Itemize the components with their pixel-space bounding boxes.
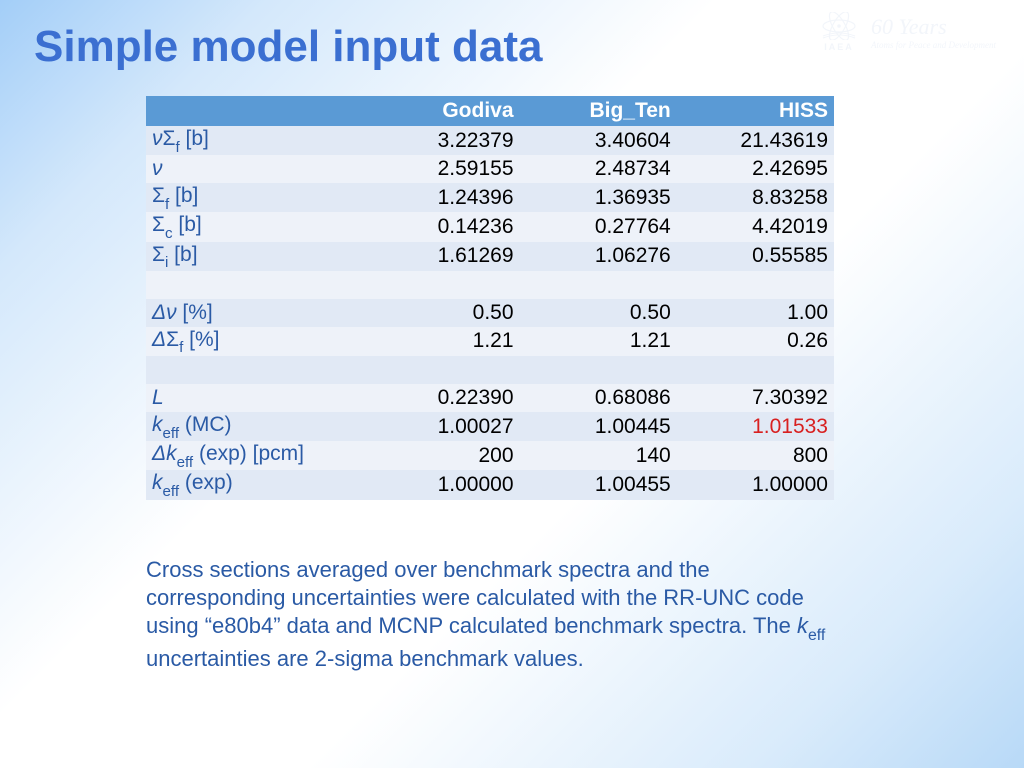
row-value: 0.50 [362, 299, 519, 327]
row-value: 1.21 [362, 327, 519, 356]
header-blank [146, 96, 362, 126]
table-row: Σf [b]1.243961.369358.83258 [146, 183, 834, 212]
row-value: 1.00000 [362, 470, 519, 499]
caption-text: Cross sections averaged over benchmark s… [146, 556, 846, 673]
row-value: 1.06276 [520, 242, 677, 271]
row-value: 2.42695 [677, 155, 834, 183]
row-label: Δkeff (exp) [pcm] [146, 441, 362, 470]
table-row: ν2.591552.487342.42695 [146, 155, 834, 183]
row-value: 7.30392 [677, 384, 834, 412]
header-big-ten: Big_Ten [520, 96, 677, 126]
logo-text-group: 60 Years Atoms for Peace and Development [871, 14, 996, 50]
row-value: 8.83258 [677, 183, 834, 212]
row-label: Σi [b] [146, 242, 362, 271]
table-row: Δkeff (exp) [pcm]200140800 [146, 441, 834, 470]
row-value: 0.68086 [520, 384, 677, 412]
row-label: ν [146, 155, 362, 183]
row-value: 0.55585 [677, 242, 834, 271]
row-label: Δν [%] [146, 299, 362, 327]
row-value: 1.00027 [362, 412, 519, 441]
table-row [146, 271, 834, 299]
row-value: 3.22379 [362, 126, 519, 155]
page-title: Simple model input data [34, 22, 543, 72]
row-value [362, 271, 519, 299]
row-value: 1.00 [677, 299, 834, 327]
row-label: Σf [b] [146, 183, 362, 212]
table-row: νΣf [b]3.223793.4060421.43619 [146, 126, 834, 155]
table-row [146, 356, 834, 384]
row-value: 1.01533 [677, 412, 834, 441]
table-row: keff (exp)1.000001.004551.00000 [146, 470, 834, 499]
iaea-logo-icon: IAEA [817, 10, 861, 54]
row-value [677, 271, 834, 299]
logo-block: IAEA 60 Years Atoms for Peace and Develo… [817, 10, 996, 54]
table-row: Σi [b]1.612691.062760.55585 [146, 242, 834, 271]
row-value: 1.21 [520, 327, 677, 356]
header-godiva: Godiva [362, 96, 519, 126]
row-value: 0.50 [520, 299, 677, 327]
row-value: 2.48734 [520, 155, 677, 183]
row-value: 800 [677, 441, 834, 470]
row-label: L [146, 384, 362, 412]
row-label: keff (MC) [146, 412, 362, 441]
row-label [146, 356, 362, 384]
row-value: 0.22390 [362, 384, 519, 412]
table-row: Δν [%]0.500.501.00 [146, 299, 834, 327]
row-label: keff (exp) [146, 470, 362, 499]
row-value: 1.61269 [362, 242, 519, 271]
row-value: 1.00445 [520, 412, 677, 441]
data-table: Godiva Big_Ten HISS νΣf [b]3.223793.4060… [146, 96, 834, 500]
row-value: 3.40604 [520, 126, 677, 155]
row-value: 1.24396 [362, 183, 519, 212]
row-value [520, 356, 677, 384]
row-value [677, 356, 834, 384]
logo-years: 60 Years [871, 14, 996, 40]
row-value: 200 [362, 441, 519, 470]
row-label [146, 271, 362, 299]
row-label: Σc [b] [146, 212, 362, 241]
row-value: 0.14236 [362, 212, 519, 241]
row-value: 4.42019 [677, 212, 834, 241]
row-value: 1.00455 [520, 470, 677, 499]
row-label: νΣf [b] [146, 126, 362, 155]
logo-tagline: Atoms for Peace and Development [871, 40, 996, 50]
row-value: 1.00000 [677, 470, 834, 499]
row-value: 0.26 [677, 327, 834, 356]
row-value: 21.43619 [677, 126, 834, 155]
row-value [362, 356, 519, 384]
header-hiss: HISS [677, 96, 834, 126]
row-value: 1.36935 [520, 183, 677, 212]
iaea-text: IAEA [824, 42, 854, 52]
row-value: 140 [520, 441, 677, 470]
row-label: ΔΣf [%] [146, 327, 362, 356]
table-row: Σc [b]0.142360.277644.42019 [146, 212, 834, 241]
table-row: L0.223900.680867.30392 [146, 384, 834, 412]
row-value: 0.27764 [520, 212, 677, 241]
data-table-wrap: Godiva Big_Ten HISS νΣf [b]3.223793.4060… [146, 96, 834, 500]
table-header-row: Godiva Big_Ten HISS [146, 96, 834, 126]
row-value [520, 271, 677, 299]
table-row: ΔΣf [%]1.211.210.26 [146, 327, 834, 356]
row-value: 2.59155 [362, 155, 519, 183]
table-row: keff (MC)1.000271.004451.01533 [146, 412, 834, 441]
